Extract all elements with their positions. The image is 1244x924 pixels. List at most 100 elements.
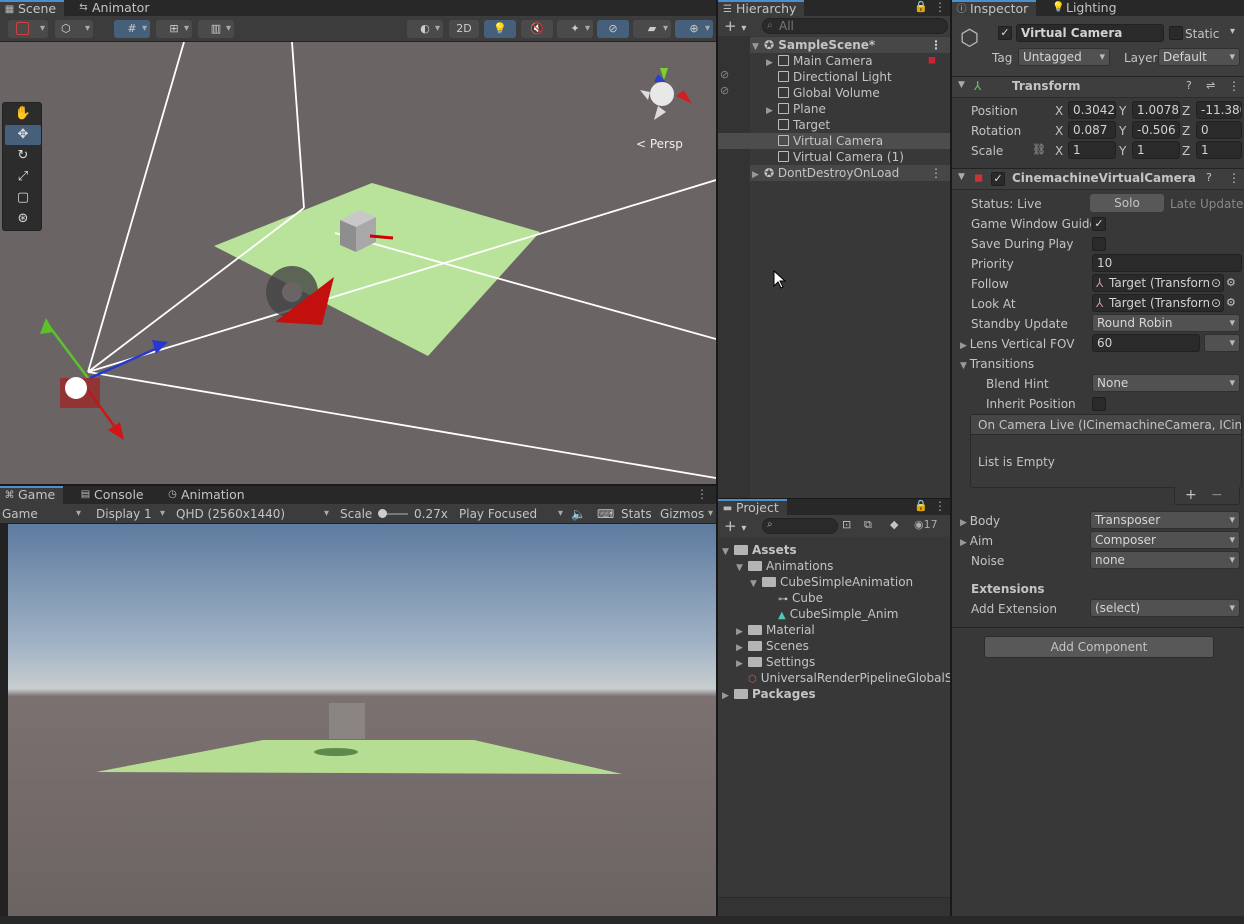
help-icon[interactable]: ?	[1186, 79, 1192, 92]
display-dropdown[interactable]: Display 1	[90, 506, 168, 522]
more-icon[interactable]: ⋮	[930, 165, 942, 181]
add-listener-button[interactable]: +	[1185, 487, 1197, 503]
project-item-animations[interactable]: ▼ Animations	[736, 558, 833, 574]
gizmos-button[interactable]: Gizmos	[656, 506, 716, 522]
help-icon[interactable]: ?	[1206, 171, 1212, 184]
solo-button[interactable]: Solo	[1090, 194, 1164, 212]
add-extension-dropdown[interactable]: (select)	[1090, 599, 1240, 617]
lens-fov-field[interactable]: 60	[1092, 334, 1200, 352]
camera-dropdown[interactable]: ▰	[633, 20, 671, 38]
save-during-play-checkbox[interactable]	[1092, 237, 1106, 251]
more-icon[interactable]: ⋮	[1228, 79, 1240, 93]
search-type-icon[interactable]: ⊡	[842, 518, 851, 531]
keyboard-icon[interactable]: ⌨	[597, 506, 614, 522]
project-item-urp-global-settings[interactable]: ⬡ UniversalRenderPipelineGlobalS	[748, 670, 950, 686]
scene-viewport[interactable]: ✋ ✥ ↻ ⤢ ▢ ⊛ < Persp	[0, 42, 716, 484]
aim-foldout[interactable]: ▶ Aim	[960, 533, 993, 551]
mute-audio-icon[interactable]: 🔈	[571, 506, 586, 522]
position-y-field[interactable]: 1.0078	[1132, 101, 1180, 119]
body-dropdown[interactable]: Transposer	[1090, 511, 1240, 529]
remove-listener-button[interactable]: −	[1211, 487, 1223, 503]
gear-icon[interactable]: ⚙	[1226, 296, 1236, 309]
object-name-input[interactable]: Virtual Camera	[1016, 24, 1164, 42]
body-foldout[interactable]: ▶ Body	[960, 513, 1000, 531]
tab-game[interactable]: ⌘ Game	[0, 486, 64, 504]
lock-icon[interactable]: 🔒	[914, 0, 928, 13]
lighting-toggle[interactable]: 💡	[484, 20, 516, 38]
draw-mode-dropdown[interactable]	[8, 20, 48, 38]
game-window-guides-checkbox[interactable]: ✓	[1092, 217, 1106, 231]
position-z-field[interactable]: -11.380	[1196, 101, 1242, 119]
aim-dropdown[interactable]: Composer	[1090, 531, 1240, 549]
inherit-position-checkbox[interactable]	[1092, 397, 1106, 411]
project-search-input[interactable]: ⌕	[762, 518, 838, 534]
object-picker-icon[interactable]: ⊙	[1208, 275, 1221, 291]
stats-button[interactable]: Stats	[621, 506, 652, 522]
hierarchy-item-global-volume[interactable]: Global Volume	[750, 85, 950, 101]
static-dropdown-icon[interactable]: ▾	[1230, 26, 1235, 37]
more-icon[interactable]: ⋮	[1228, 171, 1240, 185]
hierarchy-item-virtual-camera-1[interactable]: Virtual Camera (1)	[750, 149, 950, 165]
filter-icon[interactable]: ⧉	[864, 518, 872, 532]
priority-field[interactable]: 10	[1092, 254, 1242, 272]
tab-animator[interactable]: ⇆ Animator	[74, 0, 157, 16]
shading-dropdown[interactable]: ⬡	[55, 20, 93, 38]
eye-hidden-icon[interactable]: ⊘	[720, 68, 729, 81]
project-item-scenes[interactable]: ▶ Scenes	[736, 638, 809, 654]
tag-dropdown[interactable]: Untagged	[1018, 48, 1110, 66]
lens-fov-label[interactable]: ▶ Lens Vertical FOV	[960, 336, 1074, 354]
link-icon[interactable]: ⛓	[1032, 143, 1046, 156]
more-icon[interactable]: ⋮	[696, 487, 708, 501]
tab-inspector[interactable]: ⓘ Inspector	[952, 0, 1037, 16]
tab-animation[interactable]: ◷ Animation	[163, 487, 253, 503]
hand-tool[interactable]: ✋	[5, 104, 41, 124]
rotation-z-field[interactable]: 0	[1196, 121, 1242, 139]
tab-project[interactable]: ▬ Project	[718, 499, 787, 515]
hierarchy-item-dontdestroyonload[interactable]: ▶ ✪ DontDestroyOnLoad ⋮	[750, 165, 950, 181]
rotate-tool[interactable]: ↻	[5, 146, 41, 166]
rect-tool[interactable]: ▢	[5, 188, 41, 208]
2d-toggle[interactable]: 2D	[449, 20, 479, 38]
tab-hierarchy[interactable]: ☰ Hierarchy	[718, 0, 805, 16]
resolution-dropdown[interactable]: QHD (2560x1440)	[172, 506, 332, 522]
hierarchy-scene-row[interactable]: ▼ ✪ SampleScene* ⋮	[750, 37, 950, 53]
label-icon[interactable]: ◆	[890, 518, 898, 531]
noise-dropdown[interactable]: none	[1090, 551, 1240, 569]
project-item-assets[interactable]: ▼ Assets	[722, 542, 797, 558]
scene-visibility-toggle[interactable]: ⊘	[597, 20, 629, 38]
hierarchy-item-main-camera[interactable]: ▶ Main Camera ◼	[750, 53, 950, 69]
object-picker-icon[interactable]: ⊙	[1208, 295, 1221, 311]
preset-icon[interactable]: ⇌	[1206, 79, 1215, 92]
gizmos-dropdown[interactable]: ⊕	[675, 20, 713, 38]
hierarchy-search-input[interactable]: All ⌕	[762, 18, 948, 34]
hierarchy-item-directional-light[interactable]: Directional Light	[750, 69, 950, 85]
scale-tool[interactable]: ⤢	[5, 167, 41, 187]
increment-snap-button[interactable]: ⊞	[156, 20, 192, 38]
hierarchy-item-target[interactable]: Target	[750, 117, 950, 133]
render-mode-dropdown[interactable]: ◐	[407, 20, 443, 38]
blend-hint-dropdown[interactable]: None	[1092, 374, 1240, 392]
effects-dropdown[interactable]: ✦	[557, 20, 593, 38]
tab-console[interactable]: ▤ Console	[76, 487, 152, 503]
add-component-button[interactable]: Add Component	[984, 636, 1214, 658]
scale-y-field[interactable]: 1	[1132, 141, 1180, 159]
rotation-x-field[interactable]: 0.087	[1068, 121, 1116, 139]
move-tool[interactable]: ✥	[5, 125, 41, 145]
lens-preset-dropdown[interactable]	[1204, 334, 1240, 352]
follow-field[interactable]: ⅄ Target (Transform) ⊙	[1092, 274, 1224, 292]
play-mode-dropdown[interactable]: Play Focused	[456, 506, 566, 522]
grid-snap-button[interactable]: #	[114, 20, 150, 38]
audio-toggle[interactable]: 🔇	[521, 20, 553, 38]
grid-visibility-button[interactable]: ▥	[198, 20, 234, 38]
tab-scene[interactable]: ▦ Scene	[0, 0, 65, 16]
rotation-y-field[interactable]: -0.506	[1132, 121, 1180, 139]
hidden-count[interactable]: ◉17	[914, 518, 938, 531]
gear-icon[interactable]: ⚙	[1226, 276, 1236, 289]
project-item-cubesimple-anim[interactable]: ▲ CubeSimple_Anim	[778, 606, 899, 622]
layer-dropdown[interactable]: Default	[1158, 48, 1240, 66]
eye-hidden-icon[interactable]: ⊘	[720, 84, 729, 97]
more-icon[interactable]: ⋮	[930, 37, 942, 53]
active-checkbox[interactable]: ✓	[998, 26, 1012, 40]
project-item-cube[interactable]: ⊶ Cube	[778, 590, 823, 606]
hierarchy-item-plane[interactable]: ▶ Plane	[750, 101, 950, 117]
